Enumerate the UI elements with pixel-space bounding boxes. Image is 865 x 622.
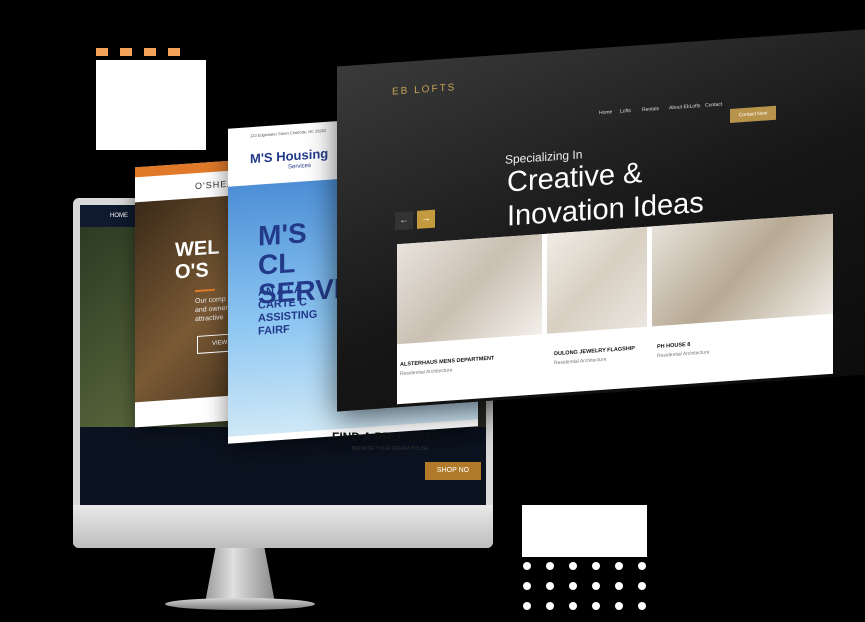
project-photo[interactable] (547, 226, 647, 334)
project-title[interactable]: PH HOUSE 8 (657, 342, 690, 350)
ms-logo: M'S Housing (250, 145, 329, 167)
oshea-body: Our comp (195, 295, 226, 306)
oshea-body-3: attractive (195, 314, 224, 324)
decor-dash (96, 48, 108, 56)
decor-block (96, 60, 206, 150)
oshea-welcome: WEL (175, 236, 220, 262)
decor-block (522, 505, 647, 557)
find-property-title: FIND A PROPERTY (332, 430, 441, 444)
eb-lofts-site-card: EB LOFTS Home Lofts Rentals About EbLoft… (337, 29, 865, 412)
oshea-body-2: and owner (195, 304, 228, 315)
eb-nav-contact[interactable]: Contact (705, 102, 722, 109)
eb-project-gallery: ALSTERHAUS MENS DEPARTMENT Residential A… (397, 213, 833, 405)
oshea-welcome-2: O'S (175, 259, 209, 284)
oshea-accent-line (195, 288, 215, 293)
project-category: Residential Architecture (657, 349, 710, 360)
ms-logo-sub: Services (288, 162, 312, 171)
eb-nav-lofts[interactable]: Lofts (620, 108, 631, 115)
monitor-stand (205, 548, 275, 603)
decor-dash (120, 48, 132, 56)
eb-prev-arrow-icon[interactable]: ← (395, 211, 413, 231)
decor-dash (144, 48, 156, 56)
project-category: Residential Architecture (400, 367, 453, 378)
project-photo[interactable] (652, 213, 833, 327)
shop-now-button[interactable]: SHOP NO (425, 462, 481, 480)
ms-address: 123 Edgewater Street Charlotte, NC 28262 (250, 127, 327, 139)
eb-next-arrow-icon[interactable]: → (417, 209, 435, 229)
eb-nav-rentals[interactable]: Rentals (642, 106, 659, 113)
monitor-stand-base (165, 598, 315, 610)
decor-dash (168, 48, 180, 56)
project-photo[interactable] (397, 234, 542, 345)
project-title[interactable]: DULONG JEWELRY FLAGSHIP (554, 346, 635, 358)
nav-home-link[interactable]: HOME (110, 213, 128, 219)
eb-nav-home[interactable]: Home (599, 109, 612, 116)
ms-subline: AN A LA CARTE C ASSISTING FAIRF (258, 283, 318, 338)
project-category: Residential Architecture (554, 356, 607, 367)
monitor-chin (73, 505, 493, 548)
project-title[interactable]: ALSTERHAUS MENS DEPARTMENT (400, 355, 494, 368)
find-property-sub: BROWSE YOUR DREAM HOUSE (352, 446, 429, 452)
